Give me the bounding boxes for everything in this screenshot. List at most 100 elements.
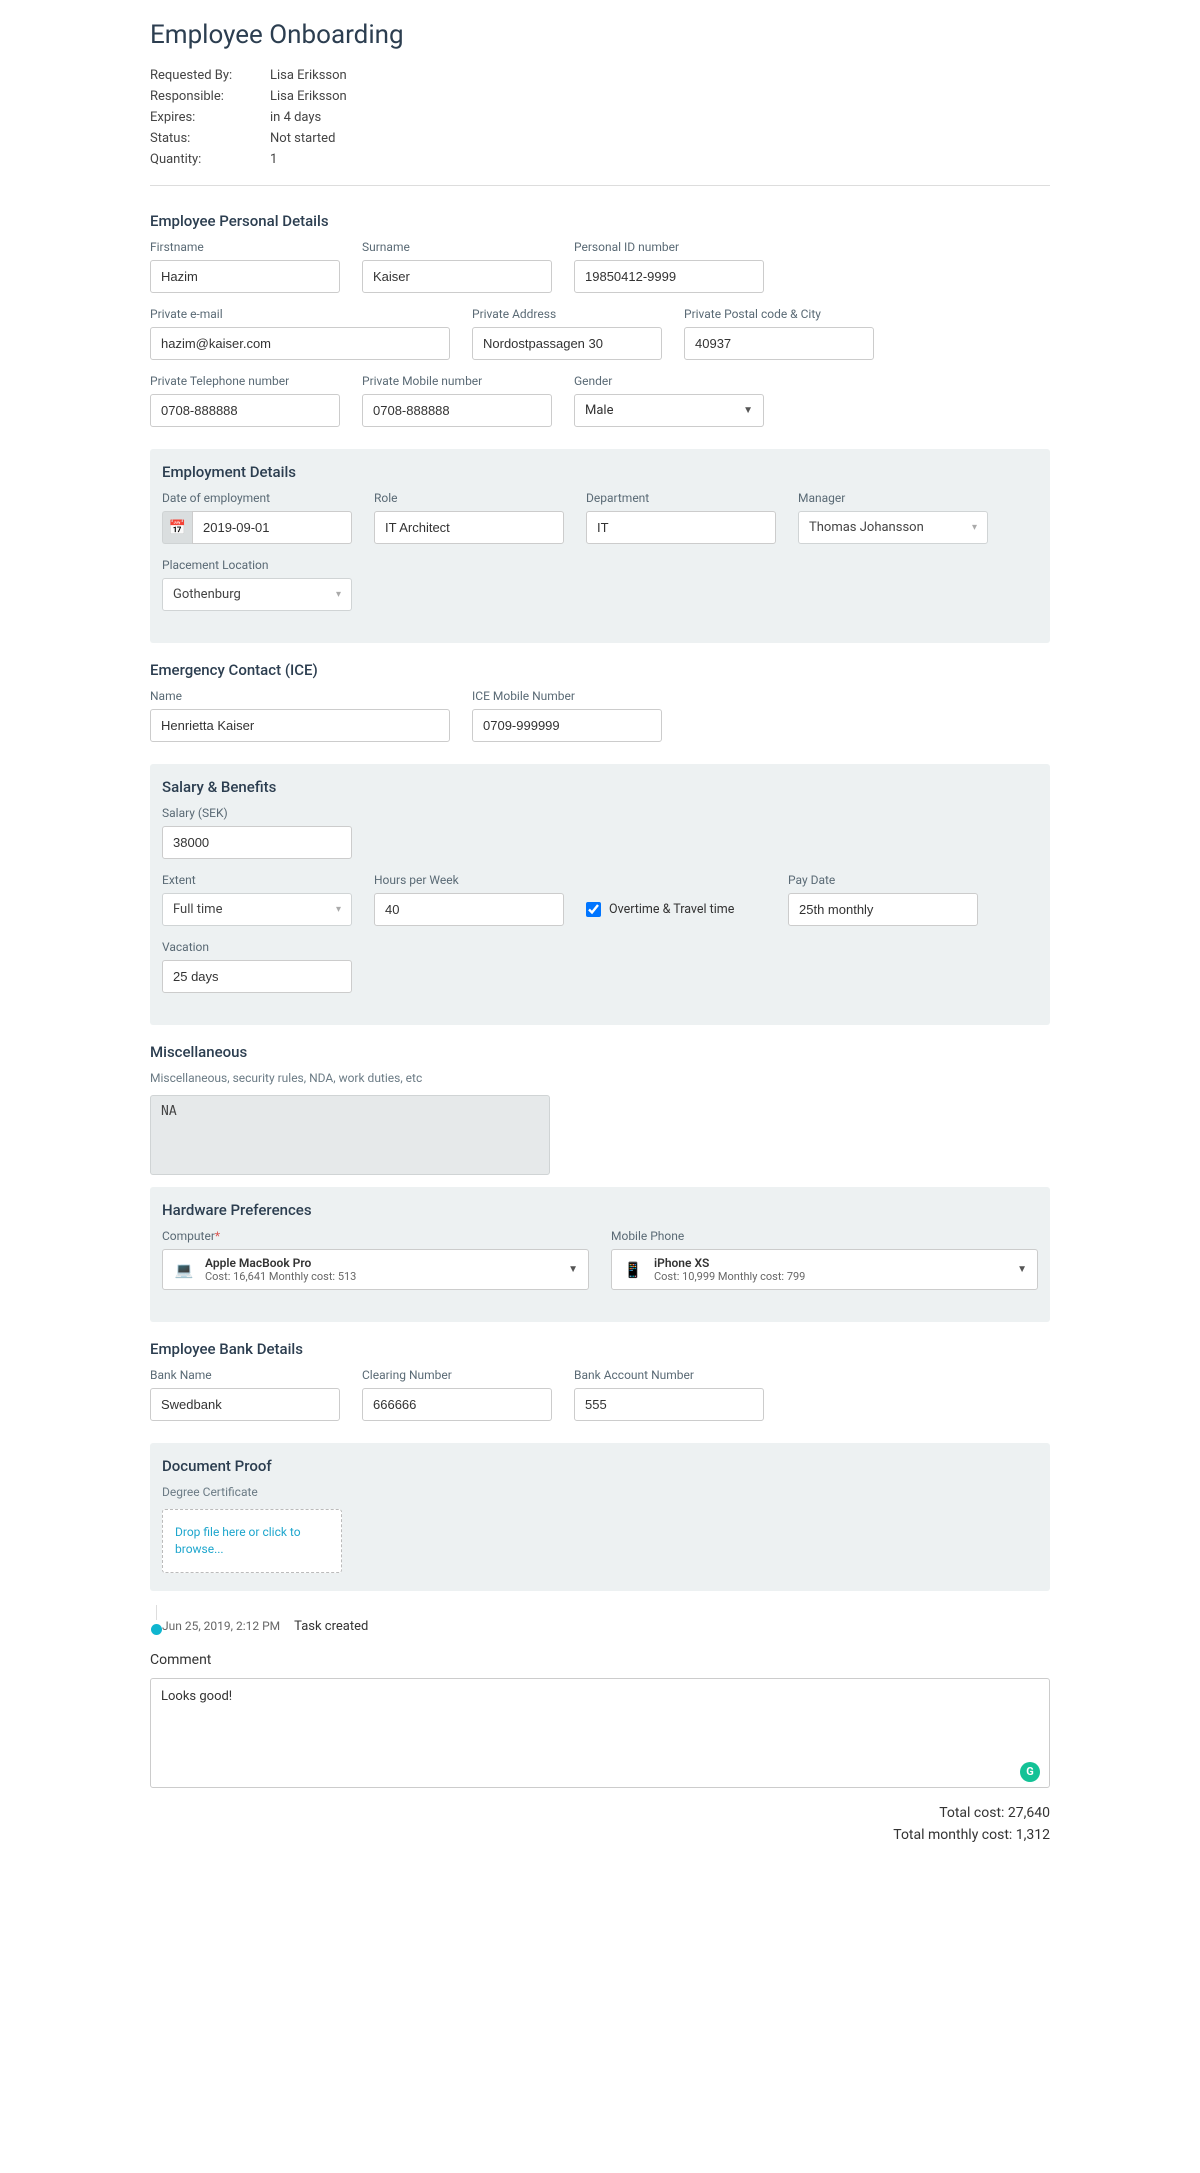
hpw-label: Hours per Week: [374, 873, 564, 887]
comment-label: Comment: [150, 1652, 1050, 1668]
manager-select[interactable]: Thomas Johansson ▾: [798, 511, 988, 544]
extent-select[interactable]: Full time ▾: [162, 893, 352, 926]
gender-select[interactable]: Male ▼: [574, 394, 764, 427]
extent-label: Extent: [162, 873, 352, 887]
bank-section-title: Employee Bank Details: [150, 1340, 1050, 1358]
page-title: Employee Onboarding: [150, 20, 1050, 50]
postal-input[interactable]: [684, 327, 874, 360]
expires-value: in 4 days: [270, 110, 321, 125]
salary-label: Salary (SEK): [162, 806, 352, 820]
department-input: [586, 511, 776, 544]
ice-name-label: Name: [150, 689, 450, 703]
telephone-input[interactable]: [150, 394, 340, 427]
file-dropzone[interactable]: Drop file here or click to browse...: [162, 1509, 342, 1573]
pid-input[interactable]: [574, 260, 764, 293]
role-label: Role: [374, 491, 564, 505]
total-monthly-cost: Total monthly cost: 1,312: [150, 1824, 1050, 1846]
laptop-icon: 💻: [173, 1259, 195, 1281]
placement-select[interactable]: Gothenburg ▾: [162, 578, 352, 611]
clearing-label: Clearing Number: [362, 1368, 552, 1382]
overtime-label: Overtime & Travel time: [609, 902, 734, 917]
phone-cost: Cost: 10,999 Monthly cost: 799: [654, 1270, 1007, 1283]
email-label: Private e-mail: [150, 307, 450, 321]
misc-subtitle: Miscellaneous, security rules, NDA, work…: [150, 1071, 1050, 1085]
tel-label: Private Telephone number: [150, 374, 340, 388]
phone-label: Mobile Phone: [611, 1229, 1038, 1243]
status-label: Status:: [150, 131, 270, 146]
chevron-down-icon: ▾: [336, 589, 341, 600]
paydate-input: [788, 893, 978, 926]
gender-label: Gender: [574, 374, 764, 388]
date-employment-input[interactable]: [192, 511, 352, 544]
docs-subtitle: Degree Certificate: [162, 1485, 1038, 1499]
computer-select[interactable]: 💻 Apple MacBook Pro Cost: 16,641 Monthly…: [162, 1249, 589, 1290]
request-meta: Requested By:Lisa Eriksson Responsible:L…: [150, 68, 1050, 167]
email-input[interactable]: [150, 327, 450, 360]
ice-section-title: Emergency Contact (ICE): [150, 661, 1050, 679]
ice-mobile-input[interactable]: [472, 709, 662, 742]
grammarly-icon[interactable]: G: [1020, 1762, 1040, 1782]
phone-name: iPhone XS: [654, 1256, 1007, 1270]
responsible-value: Lisa Eriksson: [270, 89, 347, 104]
quantity-value: 1: [270, 152, 277, 167]
divider: [150, 185, 1050, 186]
chevron-down-icon: ▼: [743, 405, 753, 416]
firstname-input[interactable]: [150, 260, 340, 293]
address-label: Private Address: [472, 307, 662, 321]
responsible-label: Responsible:: [150, 89, 270, 104]
paydate-label: Pay Date: [788, 873, 978, 887]
mob-label: Private Mobile number: [362, 374, 552, 388]
ice-name-input[interactable]: [150, 709, 450, 742]
calendar-icon: 📅: [162, 511, 192, 544]
clearing-input[interactable]: [362, 1388, 552, 1421]
chevron-down-icon: ▾: [972, 522, 977, 533]
date-employment-label: Date of employment: [162, 491, 352, 505]
overtime-checkbox[interactable]: [586, 902, 601, 917]
hardware-section-title: Hardware Preferences: [162, 1201, 1038, 1219]
gender-value: Male: [585, 403, 613, 418]
personal-section-title: Employee Personal Details: [150, 212, 1050, 230]
phone-icon: 📱: [622, 1259, 644, 1281]
account-input[interactable]: [574, 1388, 764, 1421]
expires-label: Expires:: [150, 110, 270, 125]
role-input: [374, 511, 564, 544]
surname-label: Surname: [362, 240, 552, 254]
timeline-date: Jun 25, 2019, 2:12 PM: [162, 1619, 280, 1633]
address-input[interactable]: [472, 327, 662, 360]
vacation-input: [162, 960, 352, 993]
phone-select[interactable]: 📱 iPhone XS Cost: 10,999 Monthly cost: 7…: [611, 1249, 1038, 1290]
timeline-dot-icon: [151, 1624, 162, 1635]
computer-label: Computer*: [162, 1229, 589, 1243]
vacation-label: Vacation: [162, 940, 352, 954]
chevron-down-icon: ▼: [568, 1264, 578, 1275]
account-label: Bank Account Number: [574, 1368, 764, 1382]
mobile-input[interactable]: [362, 394, 552, 427]
salary-section-title: Salary & Benefits: [162, 778, 1038, 796]
ice-mobile-label: ICE Mobile Number: [472, 689, 662, 703]
chevron-down-icon: ▾: [336, 904, 341, 915]
quantity-label: Quantity:: [150, 152, 270, 167]
status-value: Not started: [270, 131, 335, 146]
docs-section-title: Document Proof: [162, 1457, 1038, 1475]
department-label: Department: [586, 491, 776, 505]
computer-cost: Cost: 16,641 Monthly cost: 513: [205, 1270, 558, 1283]
placement-value: Gothenburg: [173, 587, 241, 602]
pid-label: Personal ID number: [574, 240, 764, 254]
manager-label: Manager: [798, 491, 988, 505]
misc-textarea: NA: [150, 1095, 550, 1175]
placement-label: Placement Location: [162, 558, 352, 572]
requested-by-value: Lisa Eriksson: [270, 68, 347, 83]
bank-name-input[interactable]: [150, 1388, 340, 1421]
hpw-input: [374, 893, 564, 926]
computer-name: Apple MacBook Pro: [205, 1256, 558, 1270]
surname-input[interactable]: [362, 260, 552, 293]
postal-label: Private Postal code & City: [684, 307, 874, 321]
employment-section-title: Employment Details: [162, 463, 1038, 481]
extent-value: Full time: [173, 902, 222, 917]
misc-section-title: Miscellaneous: [150, 1043, 1050, 1061]
manager-value: Thomas Johansson: [809, 520, 924, 535]
timeline-text: Task created: [294, 1619, 368, 1634]
comment-textarea[interactable]: Looks good!: [150, 1678, 1050, 1788]
salary-input: [162, 826, 352, 859]
timeline-item: Jun 25, 2019, 2:12 PM Task created: [162, 1619, 1050, 1634]
